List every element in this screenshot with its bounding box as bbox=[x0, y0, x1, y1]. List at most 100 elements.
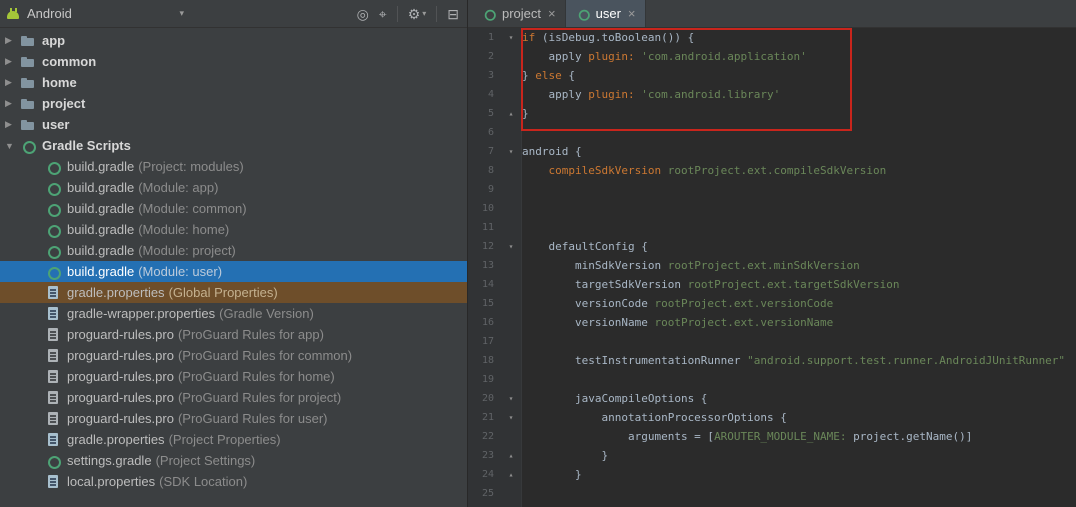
line-number: 9 bbox=[487, 184, 494, 195]
props-file-icon bbox=[45, 285, 61, 301]
code-text: annotationProcessorOptions { bbox=[522, 411, 787, 424]
tree-item-proguard-rules-pro[interactable]: proguard-rules.pro (ProGuard Rules for pr… bbox=[0, 387, 467, 408]
code-text: versionName rootProject.ext.versionName bbox=[522, 316, 834, 329]
code-editor[interactable]: 1 ▾ if (isDebug.toBoolean()) {2 apply plug… bbox=[468, 28, 1076, 507]
code-line: 23 ▴ } bbox=[468, 446, 1076, 465]
line-number: 13 bbox=[481, 260, 494, 271]
tree-item-build-gradle[interactable]: build.gradle (Module: app) bbox=[0, 177, 467, 198]
tree-item-label: gradle.properties bbox=[67, 432, 165, 447]
line-number: 10 bbox=[481, 203, 494, 214]
line-number: 19 bbox=[481, 374, 494, 385]
tree-item-build-gradle[interactable]: build.gradle (Module: project) bbox=[0, 240, 467, 261]
tab-label: user bbox=[595, 6, 621, 21]
fold-end-icon[interactable]: ▴ bbox=[500, 465, 522, 484]
gradle-file-icon bbox=[576, 7, 590, 21]
fold-gutter bbox=[500, 47, 522, 66]
tree-item-gradle-wrapper-properties[interactable]: gradle-wrapper.properties (Gradle Version… bbox=[0, 303, 467, 324]
gradle-file-icon bbox=[45, 264, 61, 280]
chevron-expanded-icon[interactable]: ▼ bbox=[5, 141, 20, 151]
tree-item-build-gradle[interactable]: build.gradle (Module: user) bbox=[0, 261, 467, 282]
editor-tab-project[interactable]: project × bbox=[472, 0, 566, 27]
locate-icon[interactable]: ◎ bbox=[357, 7, 369, 21]
collapse-all-icon[interactable]: ⌖ bbox=[379, 7, 387, 21]
code-text: arguments = [AROUTER_MODULE_NAME: projec… bbox=[522, 430, 973, 443]
gradle-file-icon bbox=[482, 7, 496, 21]
chevron-collapsed-icon[interactable]: ▶ bbox=[5, 77, 20, 88]
code-line: 6 bbox=[468, 123, 1076, 142]
tree-item-label: build.gradle bbox=[67, 222, 135, 237]
tree-item-gradle-scripts[interactable]: ▼ Gradle Scripts bbox=[0, 135, 467, 156]
tree-item-user[interactable]: ▶ user bbox=[0, 114, 467, 135]
tree-item-proguard-rules-pro[interactable]: proguard-rules.pro (ProGuard Rules for us… bbox=[0, 408, 467, 429]
code-line: 2 apply plugin: 'com.android.application… bbox=[468, 47, 1076, 66]
tree-item-qualifier: (ProGuard Rules for app) bbox=[177, 327, 324, 342]
hide-panel-icon[interactable]: ⊟ bbox=[447, 7, 459, 21]
fold-collapse-icon[interactable]: ▾ bbox=[500, 389, 522, 408]
tree-item-qualifier: (Global Properties) bbox=[168, 285, 278, 300]
code-text: apply plugin: 'com.android.library' bbox=[522, 88, 781, 101]
tree-item-gradle-properties[interactable]: gradle.properties (Global Properties) bbox=[0, 282, 467, 303]
fold-collapse-icon[interactable]: ▾ bbox=[500, 408, 522, 427]
fold-collapse-icon[interactable]: ▾ bbox=[500, 28, 522, 47]
tree-item-project[interactable]: ▶ project bbox=[0, 93, 467, 114]
code-text: } else { bbox=[522, 69, 575, 82]
fold-gutter bbox=[500, 484, 522, 503]
line-number: 24 bbox=[481, 469, 494, 480]
tree-item-build-gradle[interactable]: build.gradle (Project: modules) bbox=[0, 156, 467, 177]
chevron-collapsed-icon[interactable]: ▶ bbox=[5, 56, 20, 67]
close-icon[interactable]: × bbox=[548, 6, 556, 21]
gradle-file-icon bbox=[45, 243, 61, 259]
code-line: 5 ▴} bbox=[468, 104, 1076, 123]
fold-gutter bbox=[500, 218, 522, 237]
gradle-file-icon bbox=[45, 201, 61, 217]
tree-item-proguard-rules-pro[interactable]: proguard-rules.pro (ProGuard Rules for ap… bbox=[0, 324, 467, 345]
tree-item-qualifier: (Project Properties) bbox=[168, 432, 281, 447]
fold-end-icon[interactable]: ▴ bbox=[500, 446, 522, 465]
tree-item-local-properties[interactable]: local.properties (SDK Location) bbox=[0, 471, 467, 492]
line-number: 1 bbox=[487, 32, 494, 43]
android-icon bbox=[6, 7, 21, 21]
chevron-down-icon: ▾ bbox=[422, 8, 427, 18]
tree-item-gradle-properties[interactable]: gradle.properties (Project Properties) bbox=[0, 429, 467, 450]
chevron-collapsed-icon[interactable]: ▶ bbox=[5, 98, 20, 109]
tree-item-proguard-rules-pro[interactable]: proguard-rules.pro (ProGuard Rules for co… bbox=[0, 345, 467, 366]
tree-item-label: app bbox=[42, 33, 66, 48]
fold-collapse-icon[interactable]: ▾ bbox=[500, 142, 522, 161]
line-number: 4 bbox=[487, 89, 494, 100]
tree-item-label: settings.gradle bbox=[67, 453, 152, 468]
tree-item-qualifier: (Module: user) bbox=[138, 264, 223, 279]
tree-item-label: local.properties bbox=[67, 474, 156, 489]
tree-item-label: gradle-wrapper.properties bbox=[67, 306, 216, 321]
line-number: 11 bbox=[481, 222, 494, 233]
tree-item-qualifier: (Module: app) bbox=[138, 180, 219, 195]
tree-item-settings-gradle[interactable]: settings.gradle (Project Settings) bbox=[0, 450, 467, 471]
fold-collapse-icon[interactable]: ▾ bbox=[500, 237, 522, 256]
tree-item-build-gradle[interactable]: build.gradle (Module: common) bbox=[0, 198, 467, 219]
code-text: testInstrumentationRunner "android.suppo… bbox=[522, 354, 1066, 367]
tree-item-qualifier: (Project Settings) bbox=[155, 453, 256, 468]
code-lines: 1 ▾ if (isDebug.toBoolean()) {2 apply plug… bbox=[468, 28, 1076, 503]
tree-item-label: common bbox=[42, 54, 97, 69]
fold-gutter bbox=[500, 66, 522, 85]
project-view-selector[interactable]: Android ▾ bbox=[6, 6, 184, 21]
tree-item-app[interactable]: ▶ app bbox=[0, 30, 467, 51]
fold-end-icon[interactable]: ▴ bbox=[500, 104, 522, 123]
tree-item-qualifier: (SDK Location) bbox=[159, 474, 248, 489]
tree-item-qualifier: (Project: modules) bbox=[138, 159, 244, 174]
close-icon[interactable]: × bbox=[628, 6, 636, 21]
settings-gear-icon[interactable]: ⚙ ▾ bbox=[408, 7, 427, 21]
tree-item-proguard-rules-pro[interactable]: proguard-rules.pro (ProGuard Rules for ho… bbox=[0, 366, 467, 387]
tree-item-common[interactable]: ▶ common bbox=[0, 51, 467, 72]
code-line: 3} else { bbox=[468, 66, 1076, 85]
line-number: 25 bbox=[481, 488, 494, 499]
tree-item-label: proguard-rules.pro bbox=[67, 390, 174, 405]
chevron-collapsed-icon[interactable]: ▶ bbox=[5, 35, 20, 46]
tree-item-build-gradle[interactable]: build.gradle (Module: home) bbox=[0, 219, 467, 240]
props-file-icon bbox=[45, 306, 61, 322]
gradle-file-icon bbox=[45, 453, 61, 469]
editor-tab-user[interactable]: user × bbox=[565, 0, 646, 27]
tree-item-home[interactable]: ▶ home bbox=[0, 72, 467, 93]
chevron-collapsed-icon[interactable]: ▶ bbox=[5, 119, 20, 130]
code-line: 7 ▾ android { bbox=[468, 142, 1076, 161]
tree-item-label: gradle.properties bbox=[67, 285, 165, 300]
